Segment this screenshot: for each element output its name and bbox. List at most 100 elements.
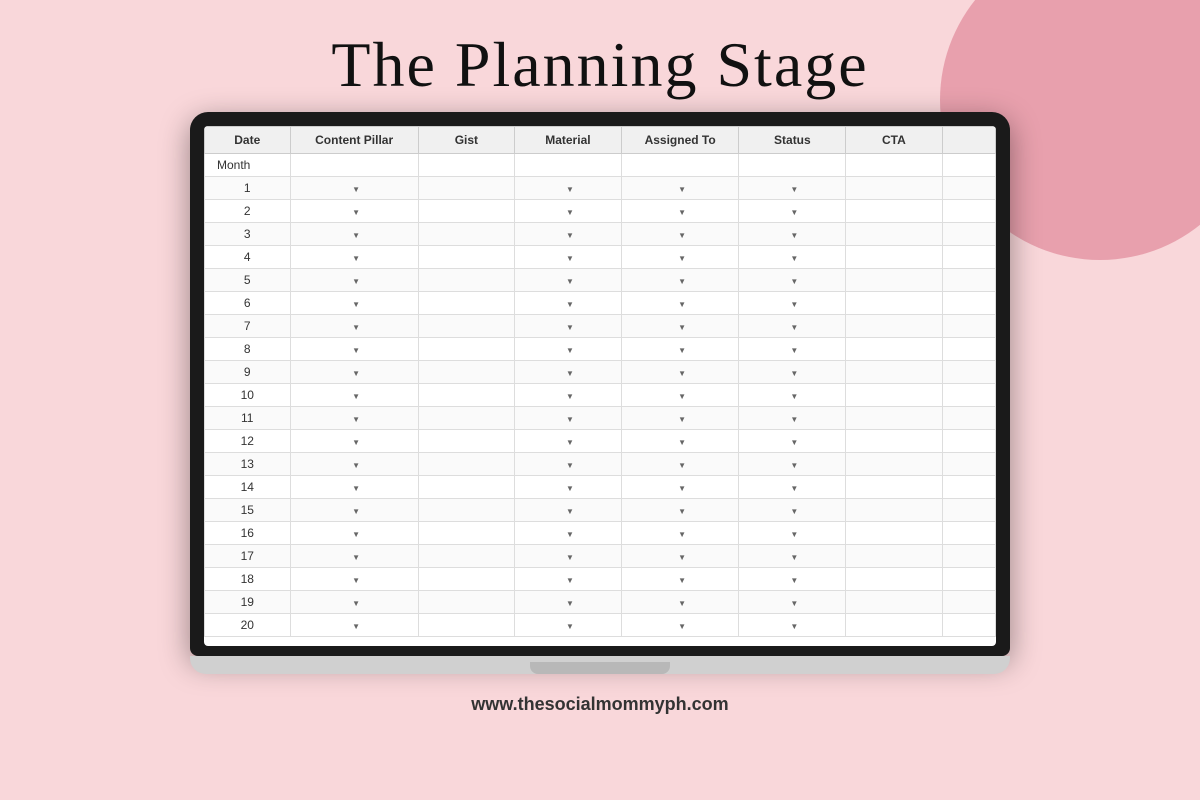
cell-status[interactable]: ▼ [739,361,846,384]
table-row: 3▼▼▼▼ [205,223,996,246]
cell-status[interactable]: ▼ [739,246,846,269]
cell-content-pillar[interactable]: ▼ [290,384,418,407]
cell-material[interactable]: ▼ [514,545,621,568]
cell-material[interactable]: ▼ [514,292,621,315]
cell-assigned-to[interactable]: ▼ [621,545,739,568]
cell-status[interactable]: ▼ [739,407,846,430]
month-gist [418,154,514,177]
table-row: 7▼▼▼▼ [205,315,996,338]
cell-status[interactable]: ▼ [739,269,846,292]
table-row: 6▼▼▼▼ [205,292,996,315]
cell-material[interactable]: ▼ [514,269,621,292]
cell-material[interactable]: ▼ [514,430,621,453]
cell-content-pillar[interactable]: ▼ [290,223,418,246]
cell-date: 3 [205,223,291,246]
cell-material[interactable]: ▼ [514,476,621,499]
cell-assigned-to[interactable]: ▼ [621,200,739,223]
cell-content-pillar[interactable]: ▼ [290,407,418,430]
cell-assigned-to[interactable]: ▼ [621,177,739,200]
cell-content-pillar[interactable]: ▼ [290,361,418,384]
month-material [514,154,621,177]
cell-material[interactable]: ▼ [514,568,621,591]
website-url: www.thesocialmommyph.com [0,694,1200,715]
cell-status[interactable]: ▼ [739,292,846,315]
cell-content-pillar[interactable]: ▼ [290,591,418,614]
cell-content-pillar[interactable]: ▼ [290,338,418,361]
cell-extra [942,545,996,568]
cell-material[interactable]: ▼ [514,591,621,614]
dropdown-arrow: ▼ [352,231,360,240]
cell-assigned-to[interactable]: ▼ [621,453,739,476]
table-row: 20▼▼▼▼ [205,614,996,637]
cell-material[interactable]: ▼ [514,246,621,269]
cell-status[interactable]: ▼ [739,591,846,614]
cell-content-pillar[interactable]: ▼ [290,522,418,545]
cell-assigned-to[interactable]: ▼ [621,223,739,246]
cell-assigned-to[interactable]: ▼ [621,384,739,407]
cell-content-pillar[interactable]: ▼ [290,476,418,499]
cell-status[interactable]: ▼ [739,545,846,568]
cell-status[interactable]: ▼ [739,522,846,545]
cell-material[interactable]: ▼ [514,223,621,246]
cell-assigned-to[interactable]: ▼ [621,591,739,614]
cell-assigned-to[interactable]: ▼ [621,246,739,269]
laptop-screen-bezel: Date Content Pillar Gist Material Assign… [190,112,1010,656]
cell-content-pillar[interactable]: ▼ [290,430,418,453]
cell-assigned-to[interactable]: ▼ [621,407,739,430]
dropdown-arrow: ▼ [790,346,798,355]
cell-material[interactable]: ▼ [514,384,621,407]
cell-status[interactable]: ▼ [739,453,846,476]
cell-material[interactable]: ▼ [514,499,621,522]
page-title-section: The Planning Stage [0,0,1200,102]
cell-material[interactable]: ▼ [514,177,621,200]
cell-material[interactable]: ▼ [514,315,621,338]
cell-status[interactable]: ▼ [739,614,846,637]
cell-material[interactable]: ▼ [514,338,621,361]
cell-cta [846,292,942,315]
cell-date: 6 [205,292,291,315]
cell-content-pillar[interactable]: ▼ [290,614,418,637]
cell-assigned-to[interactable]: ▼ [621,476,739,499]
cell-material[interactable]: ▼ [514,361,621,384]
cell-status[interactable]: ▼ [739,499,846,522]
cell-material[interactable]: ▼ [514,522,621,545]
cell-content-pillar[interactable]: ▼ [290,315,418,338]
cell-cta [846,499,942,522]
cell-material[interactable]: ▼ [514,614,621,637]
cell-content-pillar[interactable]: ▼ [290,200,418,223]
cell-assigned-to[interactable]: ▼ [621,338,739,361]
cell-status[interactable]: ▼ [739,430,846,453]
cell-content-pillar[interactable]: ▼ [290,292,418,315]
cell-content-pillar[interactable]: ▼ [290,177,418,200]
cell-assigned-to[interactable]: ▼ [621,361,739,384]
cell-status[interactable]: ▼ [739,338,846,361]
cell-status[interactable]: ▼ [739,315,846,338]
cell-status[interactable]: ▼ [739,476,846,499]
cell-material[interactable]: ▼ [514,200,621,223]
cell-content-pillar[interactable]: ▼ [290,246,418,269]
cell-status[interactable]: ▼ [739,200,846,223]
cell-assigned-to[interactable]: ▼ [621,522,739,545]
cell-content-pillar[interactable]: ▼ [290,568,418,591]
cell-assigned-to[interactable]: ▼ [621,315,739,338]
cell-gist [418,315,514,338]
cell-material[interactable]: ▼ [514,453,621,476]
cell-content-pillar[interactable]: ▼ [290,453,418,476]
cell-status[interactable]: ▼ [739,223,846,246]
cell-assigned-to[interactable]: ▼ [621,499,739,522]
table-row: 8▼▼▼▼ [205,338,996,361]
cell-content-pillar[interactable]: ▼ [290,545,418,568]
cell-content-pillar[interactable]: ▼ [290,269,418,292]
cell-assigned-to[interactable]: ▼ [621,568,739,591]
cell-content-pillar[interactable]: ▼ [290,499,418,522]
cell-status[interactable]: ▼ [739,177,846,200]
month-assigned [621,154,739,177]
cell-material[interactable]: ▼ [514,407,621,430]
cell-assigned-to[interactable]: ▼ [621,292,739,315]
cell-assigned-to[interactable]: ▼ [621,269,739,292]
cell-assigned-to[interactable]: ▼ [621,614,739,637]
cell-assigned-to[interactable]: ▼ [621,430,739,453]
cell-status[interactable]: ▼ [739,568,846,591]
cell-status[interactable]: ▼ [739,384,846,407]
dropdown-arrow: ▼ [566,622,574,631]
